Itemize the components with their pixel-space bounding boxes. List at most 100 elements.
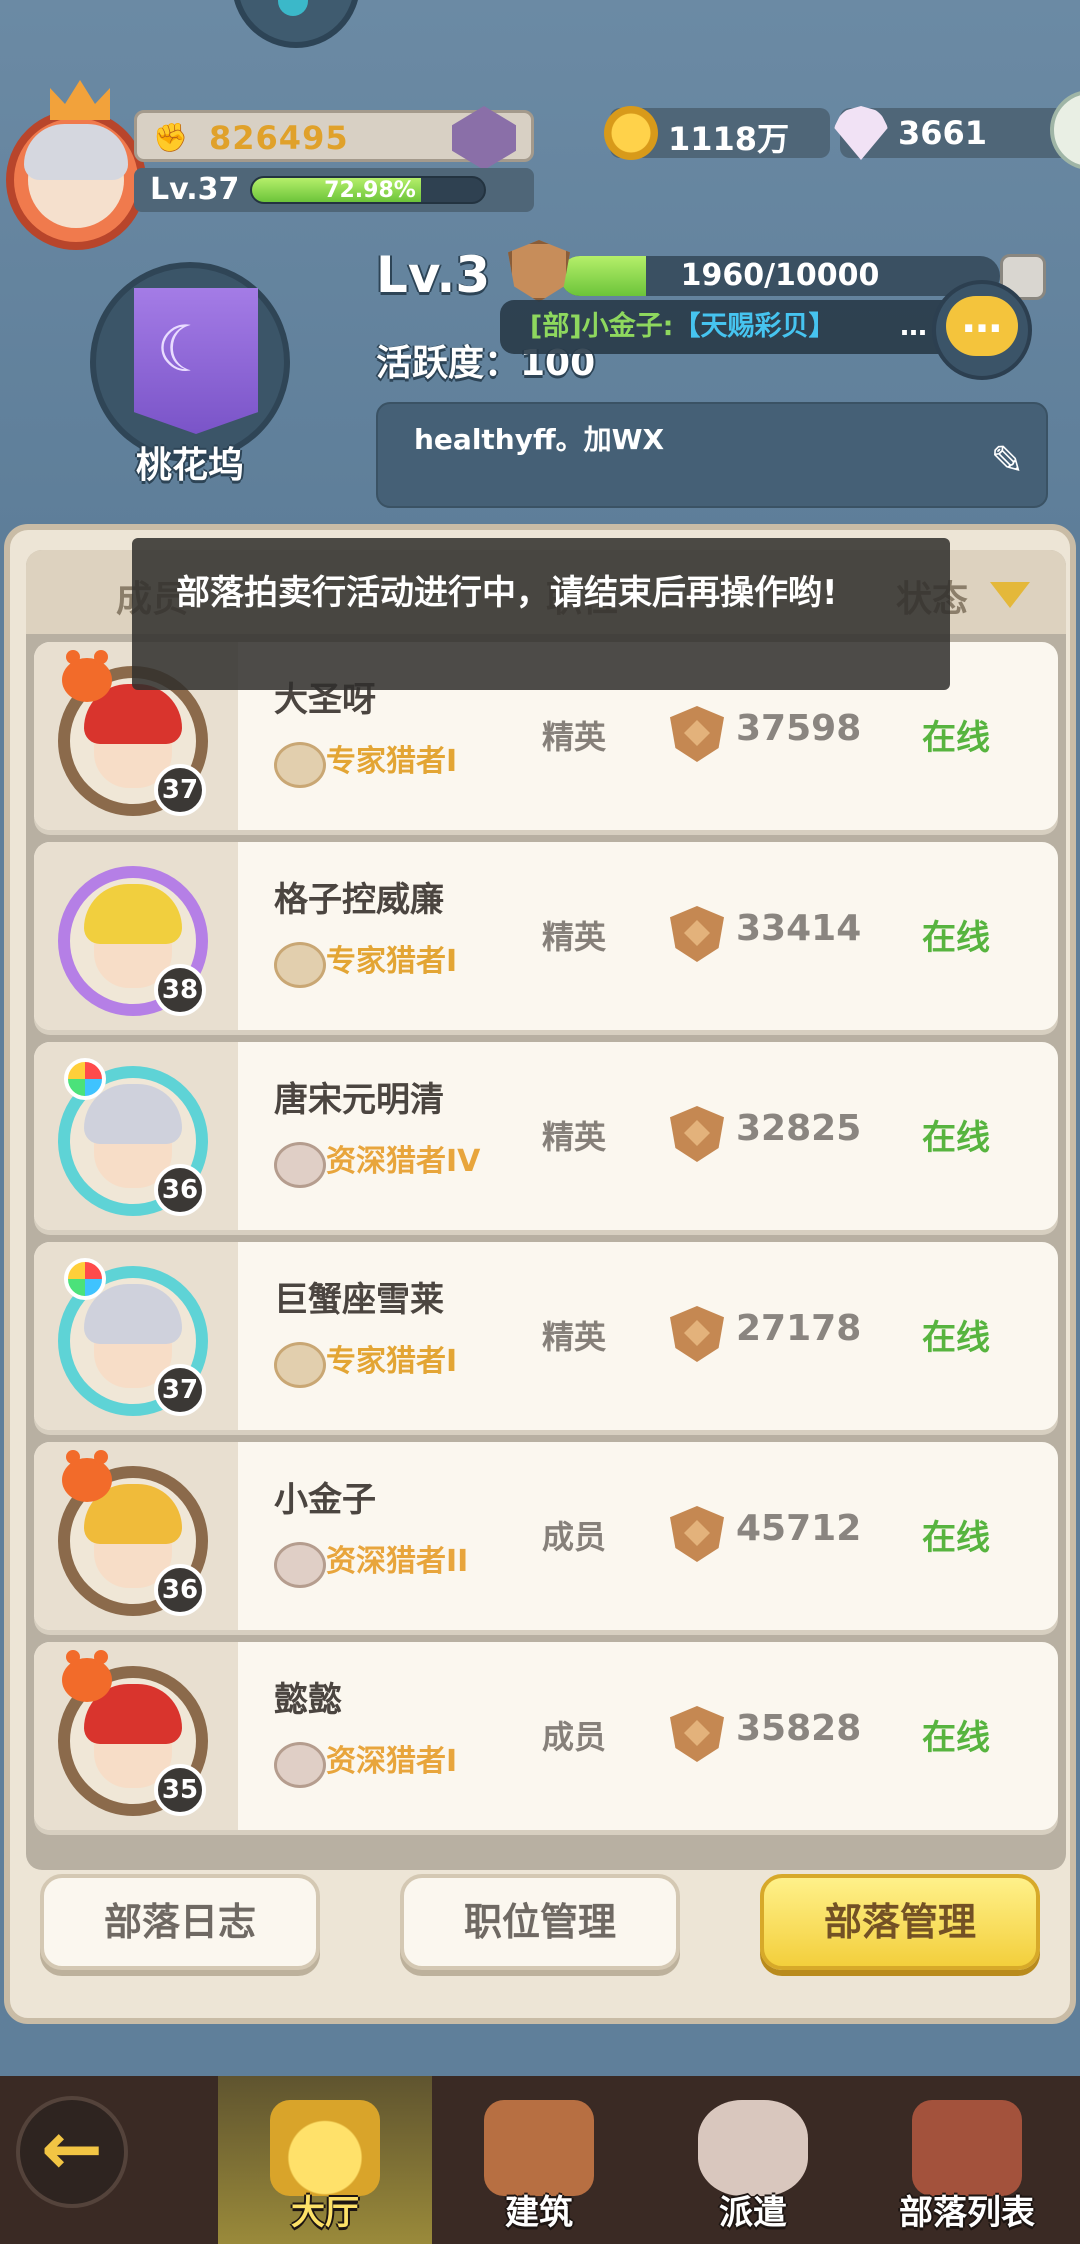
member-power: 33414 xyxy=(736,908,862,949)
chat-message: 【天赐彩贝】 xyxy=(673,311,836,342)
member-level: 35 xyxy=(154,1764,206,1816)
member-level: 37 xyxy=(154,764,206,816)
gold-coin-icon xyxy=(604,106,658,160)
member-status: 在线 xyxy=(922,1318,990,1358)
power-shield-icon xyxy=(670,1506,724,1562)
app-badge-icon xyxy=(64,1258,106,1300)
pet-icon[interactable] xyxy=(232,0,360,48)
power-shield-icon xyxy=(670,1306,724,1362)
member-row[interactable]: 37 巨蟹座雪莱 专家猎者I 精英 27178 在线 xyxy=(34,1242,1058,1430)
member-name: 懿懿 xyxy=(274,1680,342,1720)
chat-bubble-icon: … xyxy=(946,296,1018,356)
tribe-xp-text: 1960/10000 xyxy=(680,258,880,293)
pencil-icon[interactable]: ✎ xyxy=(990,438,1024,484)
fist-icon: ✊ xyxy=(153,121,188,154)
shell-icon xyxy=(834,106,888,160)
tribe-emblem[interactable]: ☾ xyxy=(90,262,290,462)
member-role: 精英 xyxy=(542,1118,607,1156)
tribe-name: 桃花坞 xyxy=(135,445,244,486)
position-manage-button[interactable]: 职位管理 xyxy=(400,1874,680,1970)
player-level: Lv.37 xyxy=(150,172,240,207)
member-power: 35828 xyxy=(736,1708,862,1749)
chat-more: … xyxy=(900,311,927,342)
tribe-notice[interactable]: healthyff。加WX ✎ xyxy=(376,402,1048,508)
scroll-icon xyxy=(698,2100,808,2196)
player-level-panel: Lv.37 72.98% xyxy=(134,168,534,212)
crab-badge-icon xyxy=(62,650,112,702)
gold-value: 1118万 xyxy=(668,120,790,158)
tribe-notice-text: healthyff。加WX xyxy=(414,423,665,456)
app-badge-icon xyxy=(64,1058,106,1100)
power-shield-icon xyxy=(670,1106,724,1162)
member-row[interactable]: 35 懿懿 资深猎者I 成员 35828 在线 xyxy=(34,1642,1058,1830)
member-power: 45712 xyxy=(736,1508,862,1549)
member-role: 成员 xyxy=(542,1518,607,1556)
member-panel: 成员 职位 状态 37 大圣呀 专家猎者I 精英 37598 在线 38 格子控… xyxy=(4,524,1076,2024)
tribe-manage-button[interactable]: 部落管理 xyxy=(760,1874,1040,1970)
gold-counter[interactable]: 1118万 xyxy=(604,106,830,160)
tribe-level: Lv.3 xyxy=(376,246,491,304)
member-power: 32825 xyxy=(736,1108,862,1149)
member-title: 资深猎者I xyxy=(274,1742,457,1788)
crab-badge-icon xyxy=(62,1450,112,1502)
nav-tribe-list[interactable]: 部落列表 xyxy=(860,2076,1074,2244)
hall-icon xyxy=(270,2100,380,2196)
nav-build-label: 建筑 xyxy=(505,2193,573,2233)
member-name: 唐宋元明清 xyxy=(274,1080,444,1120)
chat-preview[interactable]: [部]小金子:【天赐彩贝】 … xyxy=(500,300,960,354)
member-name: 格子控威廉 xyxy=(274,880,444,920)
player-power-value: 826495 xyxy=(209,119,349,157)
nav-tribe-list-label: 部落列表 xyxy=(899,2193,1035,2233)
crown-icon xyxy=(50,80,110,120)
member-role: 精英 xyxy=(542,718,607,756)
member-power: 37598 xyxy=(736,708,862,749)
toast-message: 部落拍卖行活动进行中，请结束后再操作哟! xyxy=(132,538,950,690)
sort-triangle-icon[interactable] xyxy=(990,582,1030,608)
member-title: 专家猎者I xyxy=(274,742,457,788)
moon-icon: ☾ xyxy=(156,313,214,387)
member-title: 专家猎者I xyxy=(274,942,457,988)
nav-dispatch[interactable]: 派遣 xyxy=(646,2076,860,2244)
member-status: 在线 xyxy=(922,1118,990,1158)
top-header: ✊ 826495 Lv.37 72.98% 1118万 3661 ☾ 桃花坞 L… xyxy=(0,0,1080,540)
power-shield-icon xyxy=(670,1706,724,1762)
member-power: 27178 xyxy=(736,1308,862,1349)
action-buttons: 部落日志 职位管理 部落管理 xyxy=(0,1860,1080,2020)
member-level: 38 xyxy=(154,964,206,1016)
member-list[interactable]: 成员 职位 状态 37 大圣呀 专家猎者I 精英 37598 在线 38 格子控… xyxy=(26,550,1066,1870)
player-xp-text: 72.98% xyxy=(324,178,416,203)
nav-build[interactable]: 建筑 xyxy=(432,2076,646,2244)
tribe-log-button[interactable]: 部落日志 xyxy=(40,1874,320,1970)
member-title: 资深猎者IV xyxy=(274,1142,480,1188)
shell-counter[interactable]: 3661 xyxy=(834,106,1080,160)
side-menu-button[interactable] xyxy=(1050,90,1080,170)
chat-channel-tag: [部] xyxy=(530,311,582,342)
member-status: 在线 xyxy=(922,718,990,758)
member-name: 小金子 xyxy=(274,1480,376,1520)
tribe-list-icon xyxy=(912,2100,1022,2196)
building-icon xyxy=(484,2100,594,2196)
player-avatar[interactable] xyxy=(6,110,146,250)
nav-dispatch-label: 派遣 xyxy=(719,2193,787,2233)
member-status: 在线 xyxy=(922,1718,990,1758)
nav-hall-label: 大厅 xyxy=(291,2193,359,2233)
crab-badge-icon xyxy=(62,1650,112,1702)
member-level: 36 xyxy=(154,1564,206,1616)
nav-hall[interactable]: 大厅 xyxy=(218,2076,432,2244)
member-name: 巨蟹座雪莱 xyxy=(274,1280,444,1320)
back-arrow-icon[interactable]: ← xyxy=(16,2096,128,2208)
chat-bubble-button[interactable]: … xyxy=(932,280,1032,380)
member-row[interactable]: 36 唐宋元明清 资深猎者IV 精英 32825 在线 xyxy=(34,1042,1058,1230)
player-xp-bar: 72.98% xyxy=(250,176,486,204)
member-row[interactable]: 38 格子控威廉 专家猎者I 精英 33414 在线 xyxy=(34,842,1058,1030)
member-role: 精英 xyxy=(542,1318,607,1356)
member-title: 专家猎者I xyxy=(274,1342,457,1388)
member-level: 37 xyxy=(154,1364,206,1416)
member-title: 资深猎者II xyxy=(274,1542,468,1588)
tribe-xp-bar: 1960/10000 xyxy=(560,256,1000,296)
member-role: 成员 xyxy=(542,1718,607,1756)
member-row[interactable]: 36 小金子 资深猎者II 成员 45712 在线 xyxy=(34,1442,1058,1630)
chat-sender: 小金子: xyxy=(581,311,674,342)
power-shield-icon xyxy=(670,706,724,762)
bottom-nav: ← 大厅 建筑 派遣 部落列表 xyxy=(0,2076,1080,2244)
